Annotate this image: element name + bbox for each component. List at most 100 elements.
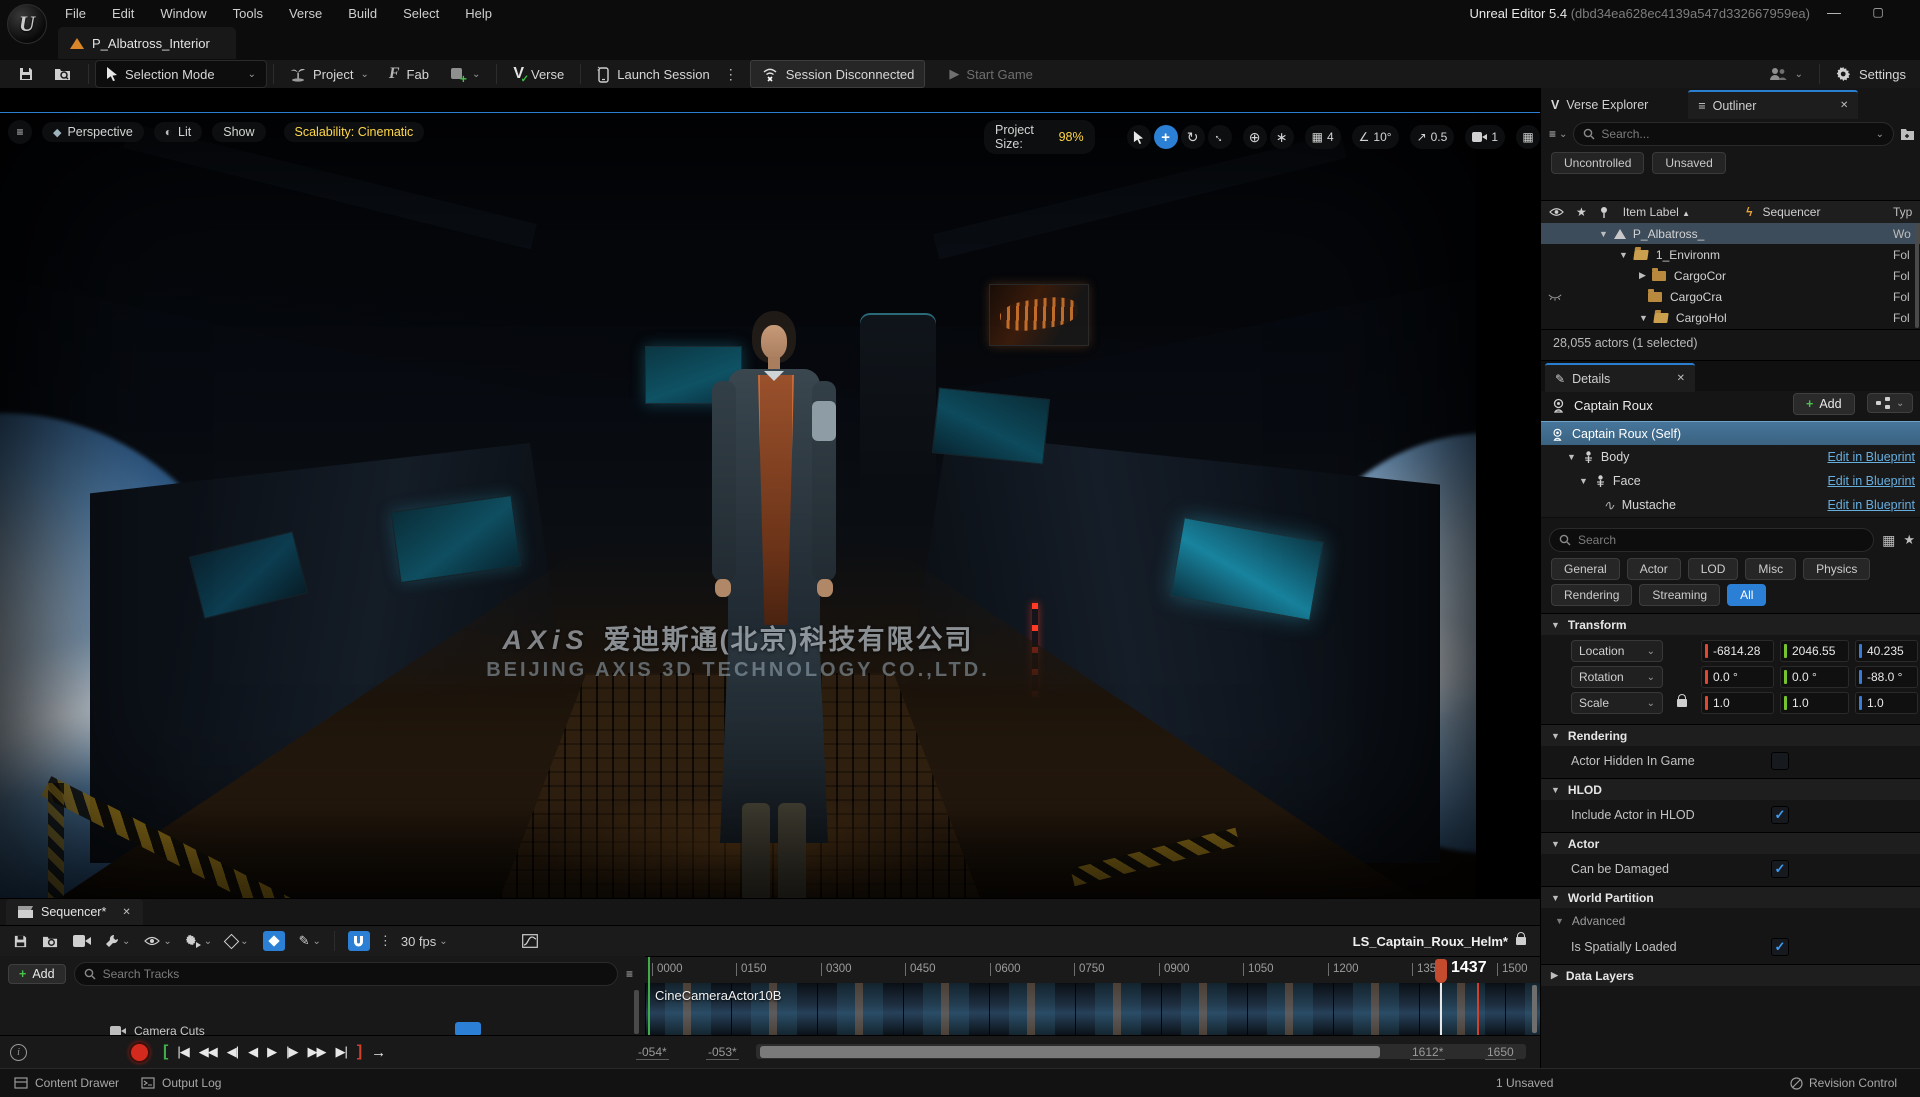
seq-snap-options-button[interactable]: ⋮ xyxy=(377,933,394,949)
range-end-field[interactable]: 1612* xyxy=(1410,1045,1446,1060)
expand-icon[interactable]: ▼ xyxy=(1599,229,1608,239)
seq-browse-button[interactable] xyxy=(35,934,66,949)
location-z-field[interactable]: 40.235 xyxy=(1855,640,1918,662)
new-folder-icon[interactable] xyxy=(1900,127,1915,141)
filter-rendering[interactable]: Rendering xyxy=(1551,584,1633,606)
track-row-camera-cuts[interactable]: Camera Cuts xyxy=(110,1024,205,1035)
seq-search-tracks-input[interactable]: Search Tracks xyxy=(73,962,618,986)
close-icon[interactable]: ✕ xyxy=(1840,100,1848,111)
sequence-name-header[interactable]: LS_Captain_Roux_Helm* xyxy=(1353,932,1526,949)
sequence-lock-icon[interactable] xyxy=(1516,932,1526,945)
scale-tool-button[interactable]: ↔ xyxy=(1207,125,1232,149)
tab-sequencer[interactable]: Sequencer* ✕ xyxy=(6,899,143,925)
show-dropdown[interactable]: Show xyxy=(212,122,266,142)
filter-all[interactable]: All xyxy=(1727,584,1767,606)
component-row-face[interactable]: ▼ Face Edit in Blueprint xyxy=(1541,469,1920,494)
eye-icon[interactable] xyxy=(1549,207,1564,217)
lit-dropdown[interactable]: ◐ Lit xyxy=(153,122,203,142)
menu-verse[interactable]: Verse xyxy=(276,0,335,27)
hidden-eye-icon[interactable] xyxy=(1548,293,1562,301)
scale-snap-button[interactable]: ↗ 0.5 xyxy=(1409,125,1455,149)
menu-tools[interactable]: Tools xyxy=(220,0,276,27)
add-content-dropdown[interactable]: + ⌄ xyxy=(439,61,490,87)
local-axes-button[interactable]: ∗ xyxy=(1269,125,1294,149)
section-data-layers[interactable]: ▶ Data Layers xyxy=(1541,964,1920,986)
project-dropdown[interactable]: Project ⌄ xyxy=(280,61,379,87)
edit-in-blueprint-link[interactable]: Edit in Blueprint xyxy=(1827,474,1915,488)
maximize-button[interactable]: ▢ xyxy=(1858,0,1898,26)
content-drawer-button[interactable]: Content Drawer xyxy=(14,1076,119,1090)
sequencer-timeline-ruler[interactable]: 0000 0150 0300 0450 0600 0750 0900 1050 … xyxy=(645,957,1540,984)
edit-in-blueprint-link[interactable]: Edit in Blueprint xyxy=(1827,498,1915,512)
expand-icon[interactable]: ▼ xyxy=(1579,476,1588,486)
camera-track-filmstrip[interactable]: CineCameraActor10B xyxy=(645,983,1540,1035)
seq-view-options-dropdown[interactable]: ⌄ xyxy=(137,936,178,947)
filter-general[interactable]: General xyxy=(1551,558,1620,580)
display-options-icon[interactable]: ▦ xyxy=(1882,532,1895,549)
collapse-icon[interactable]: ▼ xyxy=(1551,620,1560,630)
expand-icon[interactable]: ▼ xyxy=(1567,452,1576,462)
outliner-scrollbar[interactable] xyxy=(1915,223,1919,328)
camera-speed-button[interactable]: 1 xyxy=(1465,125,1505,149)
section-rendering[interactable]: ▼ Rendering xyxy=(1541,724,1920,746)
jump-back-button[interactable]: ◀◀ xyxy=(194,1044,222,1060)
move-tool-button[interactable]: + xyxy=(1153,125,1178,149)
location-dropdown[interactable]: Location ⌄ xyxy=(1571,640,1663,662)
collapse-icon[interactable]: ▼ xyxy=(1551,731,1560,741)
tab-level[interactable]: P_Albatross_Interior xyxy=(58,27,236,59)
scale-x-field[interactable]: 1.0 xyxy=(1701,692,1774,714)
collapse-icon[interactable]: ▶ xyxy=(1551,970,1558,981)
launch-session-button[interactable]: Launch Session xyxy=(587,61,720,87)
close-icon[interactable]: ✕ xyxy=(122,907,130,918)
rotation-y-field[interactable]: 0.0 ° xyxy=(1780,666,1849,688)
menu-build[interactable]: Build xyxy=(335,0,390,27)
range-end2-field[interactable]: 1650 xyxy=(1485,1045,1516,1060)
rotation-dropdown[interactable]: Rotation ⌄ xyxy=(1571,666,1663,688)
include-hlod-checkbox[interactable]: ✓ xyxy=(1771,806,1789,824)
revision-control-button[interactable]: Revision Control xyxy=(1790,1076,1897,1090)
location-x-field[interactable]: -6814.28 xyxy=(1701,640,1774,662)
sequencer-column[interactable]: Sequencer xyxy=(1762,205,1820,219)
edit-in-blueprint-link[interactable]: Edit in Blueprint xyxy=(1827,450,1915,464)
play-reverse-button[interactable]: ◀ xyxy=(243,1044,262,1060)
component-row-mustache[interactable]: ∿ Mustache Edit in Blueprint xyxy=(1541,493,1920,518)
rotation-z-field[interactable]: -88.0 ° xyxy=(1855,666,1918,688)
filter-physics[interactable]: Physics xyxy=(1803,558,1871,580)
to-front-button[interactable]: |◀ xyxy=(172,1044,193,1060)
advanced-subsection[interactable]: Advanced xyxy=(1572,914,1625,928)
fab-button[interactable]: F Fab xyxy=(379,61,439,87)
outliner-row-cargohol[interactable]: ▼ CargoHol Fol xyxy=(1541,307,1920,328)
selection-mode-dropdown[interactable]: Selection Mode ⌄ xyxy=(95,60,267,88)
start-game-button[interactable]: ▶ Start Game xyxy=(939,61,1042,87)
multi-user-dropdown[interactable]: ⌄ xyxy=(1758,61,1813,87)
scale-y-field[interactable]: 1.0 xyxy=(1780,692,1849,714)
section-transform[interactable]: ▼ Transform xyxy=(1541,613,1920,635)
seq-fps-dropdown[interactable]: 30 fps ⌄ xyxy=(394,934,455,949)
scale-dropdown[interactable]: Scale ⌄ xyxy=(1571,692,1663,714)
rotation-x-field[interactable]: 0.0 ° xyxy=(1701,666,1774,688)
add-component-button[interactable]: + Add xyxy=(1793,393,1855,415)
type-column[interactable]: Typ xyxy=(1893,205,1912,219)
angle-snap-button[interactable]: ∠ 10° xyxy=(1351,125,1399,149)
menu-select[interactable]: Select xyxy=(390,0,452,27)
maximize-viewport-button[interactable]: ▦ xyxy=(1516,125,1540,149)
tab-outliner[interactable]: ≡ Outliner ✕ xyxy=(1688,90,1859,119)
set-end-button[interactable]: ] xyxy=(352,1043,366,1061)
output-log-button[interactable]: Output Log xyxy=(141,1076,221,1090)
expand-icon[interactable]: ▶ xyxy=(1639,270,1646,281)
info-icon[interactable]: i xyxy=(10,1043,27,1061)
outliner-search-input[interactable]: Search... ⌄ xyxy=(1573,122,1894,146)
play-button[interactable]: ▶ xyxy=(262,1044,281,1060)
outliner-filter-button[interactable]: ≡ ⌄ xyxy=(1549,127,1567,141)
save-button[interactable] xyxy=(8,61,44,87)
scale-lock-icon[interactable] xyxy=(1677,694,1687,707)
outliner-row-environment[interactable]: ▼ 1_Environm Fol xyxy=(1541,244,1920,265)
camera-cuts-camera-button[interactable] xyxy=(455,1022,481,1035)
seq-playback-options-dropdown[interactable]: ⌄ xyxy=(179,934,219,948)
seq-curve-editor-button[interactable] xyxy=(515,934,545,948)
expand-icon[interactable]: ▼ xyxy=(1639,313,1648,323)
details-search-input[interactable]: Search xyxy=(1549,528,1875,552)
outliner-row-world[interactable]: ▼ P_Albatross_ Wo xyxy=(1541,223,1920,244)
browse-button[interactable] xyxy=(44,61,82,87)
can-be-damaged-checkbox[interactable]: ✓ xyxy=(1771,860,1789,878)
